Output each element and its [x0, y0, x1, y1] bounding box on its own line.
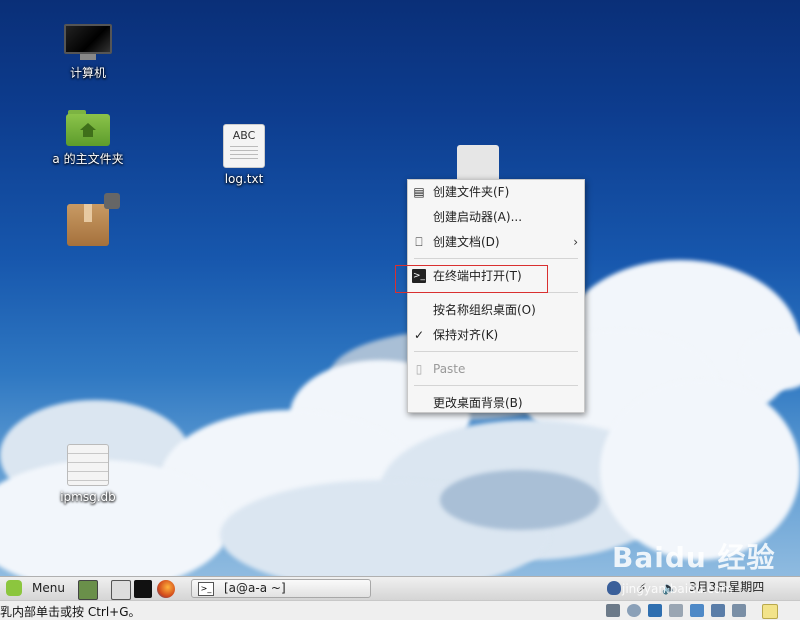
- terminal-launcher-icon[interactable]: [134, 580, 152, 598]
- paste-icon: ▯: [415, 362, 423, 376]
- desktop-icon-home-folder[interactable]: a 的主文件夹: [43, 110, 133, 167]
- optical-drive-icon[interactable]: [627, 604, 641, 617]
- terminal-icon: >_: [198, 582, 214, 596]
- desktop-icon-package[interactable]: [43, 204, 133, 250]
- desktop-icon-log-txt[interactable]: ABC log.txt: [199, 124, 289, 186]
- hard-disk-icon[interactable]: [606, 604, 620, 617]
- package-icon: [67, 204, 109, 246]
- menu-item-arrange-by-name[interactable]: 按名称组织桌面(O): [408, 299, 584, 321]
- highlight-box: [395, 265, 548, 293]
- desktop-icon-label: a 的主文件夹: [52, 152, 124, 166]
- taskbar-window-terminal[interactable]: >_ [a@a-a ~]: [191, 579, 371, 598]
- desktop-icon-label: 计算机: [69, 66, 106, 80]
- menu-item-create-document[interactable]: ⎕ 创建文档(D) ›: [408, 231, 584, 253]
- menu-separator: [414, 258, 578, 259]
- settings-file-icon[interactable]: [457, 145, 499, 181]
- usb-icon[interactable]: [669, 604, 683, 617]
- text-file-icon: ABC: [223, 124, 265, 168]
- watermark: Baidu 经验 jingyan.baidu.com: [612, 541, 776, 596]
- status-text: 乳内部单击或按 Ctrl+G。: [0, 605, 141, 619]
- display-icon[interactable]: [711, 604, 725, 617]
- checkmark-icon: ✓: [413, 328, 425, 342]
- menu-item-paste: ▯ Paste: [408, 358, 584, 380]
- mint-logo-icon: [6, 580, 22, 596]
- menu-separator: [414, 351, 578, 352]
- database-file-icon: [67, 444, 109, 486]
- menu-button[interactable]: Menu: [4, 579, 68, 598]
- lock-icon: [104, 193, 120, 209]
- new-document-icon: ⎕: [415, 235, 423, 249]
- menu-item-create-launcher[interactable]: 创建启动器(A)...: [408, 206, 584, 228]
- show-desktop-icon[interactable]: [78, 580, 98, 600]
- file-manager-icon[interactable]: [111, 580, 131, 600]
- menu-separator: [414, 385, 578, 386]
- menu-item-change-background[interactable]: 更改桌面背景(B): [408, 392, 584, 414]
- chevron-right-icon: ›: [573, 235, 578, 249]
- shared-folder-icon[interactable]: [690, 604, 704, 617]
- host-status-bar: 乳内部单击或按 Ctrl+G。: [0, 600, 800, 620]
- firefox-icon[interactable]: [157, 580, 175, 598]
- desktop-icon-label: ipmsg.db: [60, 490, 116, 504]
- home-folder-icon: [66, 110, 110, 146]
- desktop-icon-label: log.txt: [224, 172, 264, 186]
- desktop-context-menu: ▤ 创建文件夹(F) 创建启动器(A)... ⎕ 创建文档(D) › >_ 在终…: [407, 179, 585, 413]
- network-adapter-icon[interactable]: [648, 604, 662, 617]
- menu-item-keep-aligned[interactable]: ✓ 保持对齐(K): [408, 324, 584, 346]
- desktop-icon-ipmsg-db[interactable]: ipmsg.db: [43, 444, 133, 504]
- capture-icon[interactable]: [732, 604, 746, 617]
- desktop-icon-computer[interactable]: 计算机: [43, 24, 133, 81]
- new-folder-icon: ▤: [413, 185, 425, 199]
- sticky-note-icon[interactable]: [762, 604, 778, 619]
- menu-item-create-folder[interactable]: ▤ 创建文件夹(F): [408, 181, 584, 203]
- computer-icon: [64, 24, 112, 60]
